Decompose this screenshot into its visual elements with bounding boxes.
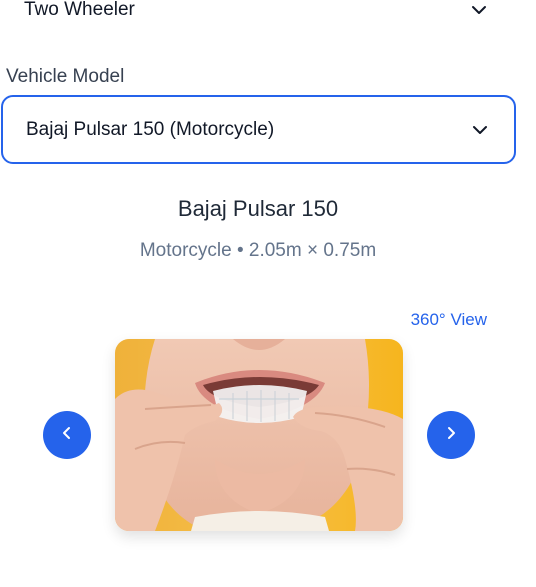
vehicle-subtitle: Motorcycle • 2.05m × 0.75m xyxy=(139,240,377,261)
chevron-down-icon xyxy=(471,5,487,15)
vehicle-model-value: Bajaj Pulsar 150 (Motorcycle) xyxy=(26,118,275,140)
chevron-down-icon xyxy=(472,125,488,135)
vehicle-model-label: Vehicle Model xyxy=(6,66,125,87)
vehicle-photo xyxy=(115,339,403,531)
view-360-link[interactable]: 360° View xyxy=(411,310,487,330)
vehicle-model-select[interactable]: Bajaj Pulsar 150 (Motorcycle) xyxy=(1,95,516,164)
vehicle-type-value: Two Wheeler xyxy=(24,0,135,20)
carousel-next-button[interactable] xyxy=(427,411,475,459)
chevron-left-icon xyxy=(61,425,73,446)
vehicle-title: Bajaj Pulsar 150 xyxy=(177,196,339,221)
vehicle-selection-page: Two Wheeler Vehicle Model Bajaj Pulsar 1… xyxy=(0,0,536,587)
carousel-prev-button[interactable] xyxy=(43,411,91,459)
chevron-right-icon xyxy=(445,425,457,446)
vehicle-type-select[interactable]: Two Wheeler xyxy=(0,0,515,26)
